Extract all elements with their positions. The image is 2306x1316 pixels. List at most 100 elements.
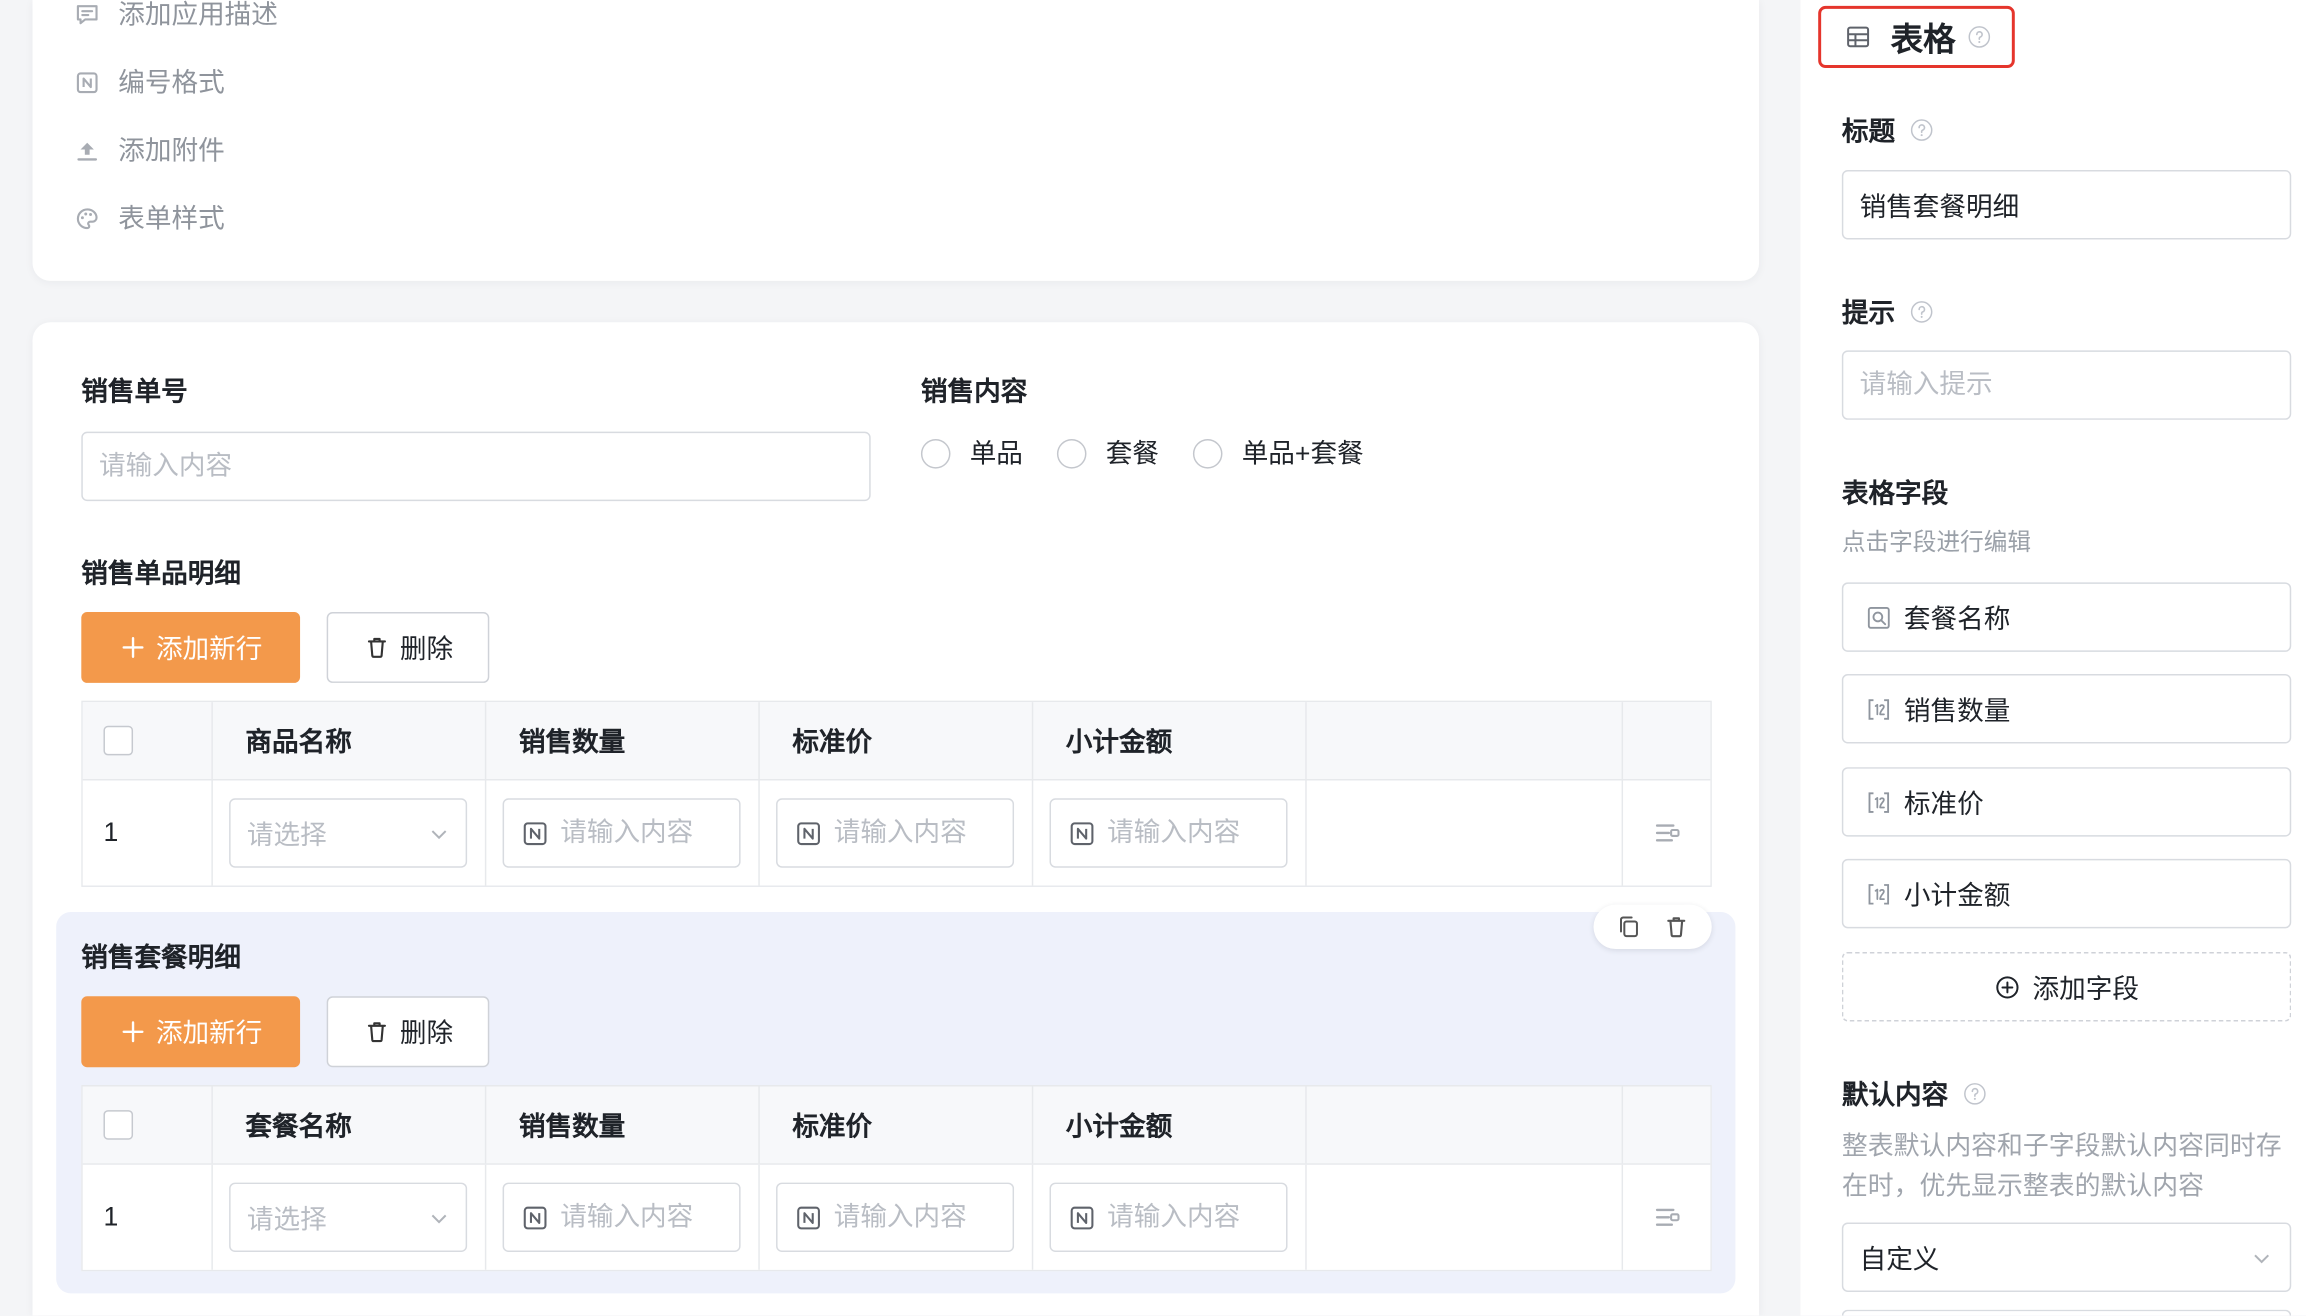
column-header: 商品名称: [213, 702, 487, 780]
title-input[interactable]: [1841, 169, 2292, 240]
add-field-button[interactable]: 添加字段: [1841, 951, 2292, 1022]
radio-label: 套餐: [1105, 439, 1159, 469]
menu-item-number-format[interactable]: 编号格式: [74, 68, 225, 98]
help-icon[interactable]: [1910, 300, 1934, 324]
label-text: 标题: [1841, 116, 1896, 147]
menu-item-add-attachment[interactable]: 添加附件: [74, 136, 225, 166]
column-header-label: 销售数量: [518, 727, 626, 757]
quantity-input[interactable]: [560, 817, 726, 849]
properties-panel: 表格 标题 提示 表格字段 点击字段进行编辑 套餐名称 销售数量 标准价: [1800, 0, 2306, 1316]
chevron-down-icon: [426, 820, 453, 847]
number-icon: [523, 821, 547, 845]
single-add-row-button[interactable]: 添加新行: [81, 611, 301, 683]
label-text: 表格字段: [1841, 478, 1949, 509]
default-content-label: 默认内容: [1842, 1076, 1987, 1111]
radio-option-single-and-package[interactable]: 单品+套餐: [1192, 436, 1364, 471]
field-item-label: 套餐名称: [1903, 603, 2011, 634]
package-delete-button[interactable]: 删除: [326, 996, 490, 1068]
empty-header-cell: [1307, 1086, 1624, 1164]
column-header: 销售数量: [486, 702, 760, 780]
menu-item-form-style[interactable]: 表单样式: [74, 204, 225, 234]
price-field: [776, 798, 1015, 868]
menu-item-label: 添加应用描述: [118, 0, 278, 30]
select-all-checkbox[interactable]: [103, 1110, 134, 1140]
select-all-cell: [83, 1086, 213, 1164]
row-index: 1: [103, 817, 119, 848]
default-content-select[interactable]: 自定义: [1841, 1222, 2292, 1292]
radio-option-single[interactable]: 单品: [920, 436, 1023, 471]
field-item-label: 标准价: [1903, 788, 1984, 819]
field-item-subtotal[interactable]: 小计金额: [1841, 858, 2292, 929]
radio-label: 单品+套餐: [1241, 439, 1364, 469]
help-icon[interactable]: [1910, 118, 1934, 142]
column-header: 标准价: [760, 1086, 1034, 1164]
radio-circle[interactable]: [1192, 439, 1223, 469]
row-detail-icon[interactable]: [1652, 818, 1682, 848]
action-header-cell: [1623, 702, 1710, 779]
price-field: [776, 1182, 1015, 1253]
field-item-package-name[interactable]: 套餐名称: [1841, 582, 2292, 652]
panel-header-highlighted: 表格: [1818, 5, 2015, 68]
quantity-input[interactable]: [560, 1201, 726, 1233]
section-action-pill: [1593, 904, 1712, 950]
product-name-select[interactable]: 请选择: [229, 798, 468, 868]
select-placeholder: 请选择: [246, 1203, 327, 1234]
palette-icon: [74, 205, 101, 232]
subtotal-field: [1049, 798, 1288, 868]
sales-content-radio-group: 单品 套餐 单品+套餐: [920, 436, 1364, 471]
sales-no-label: 销售单号: [81, 376, 188, 407]
single-detail-title: 销售单品明细: [81, 558, 241, 589]
select-placeholder: 请选择: [246, 819, 327, 850]
form-canvas-card: 销售单号 销售内容 单品 套餐 单品+套餐 销售单品明细 添加新行 删除: [32, 322, 1760, 1316]
help-icon[interactable]: [1968, 25, 1992, 49]
add-row-label: 添加新行: [155, 1018, 263, 1049]
field-item-label: 小计金额: [1903, 880, 2011, 910]
subtotal-input[interactable]: [1107, 1201, 1273, 1233]
field-item-standard-price[interactable]: 标准价: [1841, 767, 2292, 837]
empty-cell: [1307, 1164, 1624, 1270]
table-header-row: 套餐名称 销售数量 标准价 小计金额: [82, 1086, 1711, 1165]
subtotal-input[interactable]: [1107, 817, 1273, 849]
row-detail-icon[interactable]: [1652, 1203, 1682, 1233]
sales-no-input[interactable]: [81, 431, 871, 502]
table-cell: [760, 780, 1034, 886]
lookup-field-icon: [1865, 604, 1892, 631]
package-add-row-button[interactable]: 添加新行: [81, 996, 301, 1068]
price-input[interactable]: [833, 817, 1000, 849]
package-name-select[interactable]: 请选择: [229, 1182, 468, 1253]
field-item-sales-quantity[interactable]: 销售数量: [1841, 674, 2292, 744]
table-fields-hint: 点击字段进行编辑: [1841, 530, 2032, 556]
table-cell: 请选择: [213, 1164, 487, 1270]
field-item-label: 销售数量: [1903, 695, 2011, 726]
plus-icon: [119, 634, 146, 661]
table-cell: [1033, 1164, 1307, 1270]
table-cell: [760, 1164, 1034, 1270]
copy-icon[interactable]: [1616, 914, 1643, 941]
number-icon: [797, 821, 821, 845]
package-detail-title: 销售套餐明细: [81, 943, 241, 973]
menu-item-add-description[interactable]: 添加应用描述: [74, 0, 278, 30]
radio-circle[interactable]: [1056, 439, 1087, 469]
trash-icon[interactable]: [1663, 914, 1690, 941]
help-icon[interactable]: [1963, 1082, 1987, 1106]
single-delete-button[interactable]: 删除: [326, 611, 490, 683]
column-header-label: 商品名称: [245, 727, 352, 757]
default-content-description: 整表默认内容和子字段默认内容同时存在时，优先显示整表的默认内容: [1841, 1130, 2282, 1201]
hint-field-label: 提示: [1842, 294, 1934, 329]
price-input[interactable]: [833, 1201, 1000, 1233]
chevron-down-icon: [2248, 1244, 2275, 1271]
row-index: 1: [103, 1201, 119, 1232]
number-icon: [523, 1205, 547, 1229]
form-settings-card: 添加应用描述 编号格式 添加附件 表单样式: [32, 0, 1760, 281]
column-header: 标准价: [760, 702, 1034, 780]
hint-input[interactable]: [1841, 350, 2292, 420]
radio-option-package[interactable]: 套餐: [1056, 436, 1159, 471]
radio-circle[interactable]: [920, 439, 951, 469]
select-all-checkbox[interactable]: [103, 725, 134, 756]
number-field-icon: [1865, 695, 1892, 722]
package-detail-section-selected[interactable]: 销售套餐明细 添加新行 删除 套餐名称 销售数量 标准价 小计金额 1 请选择 …: [56, 904, 1736, 1294]
label-text: 默认内容: [1841, 1080, 1949, 1111]
upload-icon: [74, 137, 101, 164]
subtotal-field: [1049, 1182, 1288, 1253]
table-cell: [486, 1164, 760, 1270]
